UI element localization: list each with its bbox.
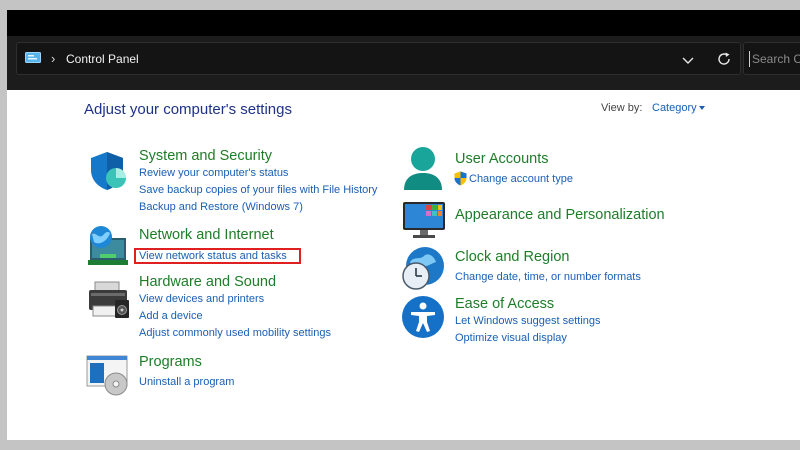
accessibility-icon[interactable] [401,295,445,339]
page-title: Adjust your computer's settings [84,101,292,118]
link-date-time-formats[interactable]: Change date, time, or number formats [455,271,641,283]
breadcrumb-control-panel[interactable]: Control Panel [66,52,139,66]
address-bar-area: › Control Panel Search Co [7,36,800,90]
shield-icon[interactable] [87,150,127,192]
chevron-down-icon[interactable] [681,53,695,67]
printer-icon[interactable] [87,280,131,320]
link-file-history[interactable]: Save backup copies of your files with Fi… [139,184,377,196]
search-box[interactable]: Search Co [743,42,800,75]
view-by-dropdown[interactable]: Category [652,102,697,114]
link-optimize-display[interactable]: Optimize visual display [455,332,567,344]
link-devices-printers[interactable]: View devices and printers [139,293,264,305]
chevron-right-icon: › [51,51,56,66]
address-bar[interactable]: › Control Panel [16,42,741,75]
category-title-ease-of-access[interactable]: Ease of Access [455,296,554,312]
link-suggest-settings[interactable]: Let Windows suggest settings [455,315,601,327]
refresh-icon[interactable] [716,51,732,67]
link-mobility-settings[interactable]: Adjust commonly used mobility settings [139,327,331,339]
link-backup-restore[interactable]: Backup and Restore (Windows 7) [139,201,303,213]
link-change-account-type[interactable]: Change account type [469,173,573,185]
monitor-icon[interactable] [402,200,446,240]
category-title-system-security[interactable]: System and Security [139,148,272,164]
link-review-status[interactable]: Review your computer's status [139,167,288,179]
text-caret [749,51,750,67]
highlight-box [134,248,301,264]
uac-shield-icon [454,171,467,186]
control-panel-icon [25,52,41,63]
category-title-network-internet[interactable]: Network and Internet [139,227,274,243]
category-title-programs[interactable]: Programs [139,354,202,370]
category-title-clock-region[interactable]: Clock and Region [455,249,569,265]
user-icon[interactable] [402,146,444,192]
control-panel-window: › Control Panel Search Co Adjust your co… [7,10,800,440]
category-title-appearance[interactable]: Appearance and Personalization [455,207,665,223]
title-bar [7,10,800,36]
category-title-hardware-sound[interactable]: Hardware and Sound [139,274,276,290]
link-uninstall-program[interactable]: Uninstall a program [139,376,234,388]
globe-network-icon[interactable] [86,224,130,268]
dropdown-arrow-icon[interactable] [699,106,705,110]
category-title-user-accounts[interactable]: User Accounts [455,151,549,167]
programs-icon[interactable] [86,354,130,396]
view-by-label: View by: [601,102,643,114]
clock-globe-icon[interactable] [400,246,446,292]
search-placeholder: Search Co [752,52,800,66]
link-add-device[interactable]: Add a device [139,310,203,322]
